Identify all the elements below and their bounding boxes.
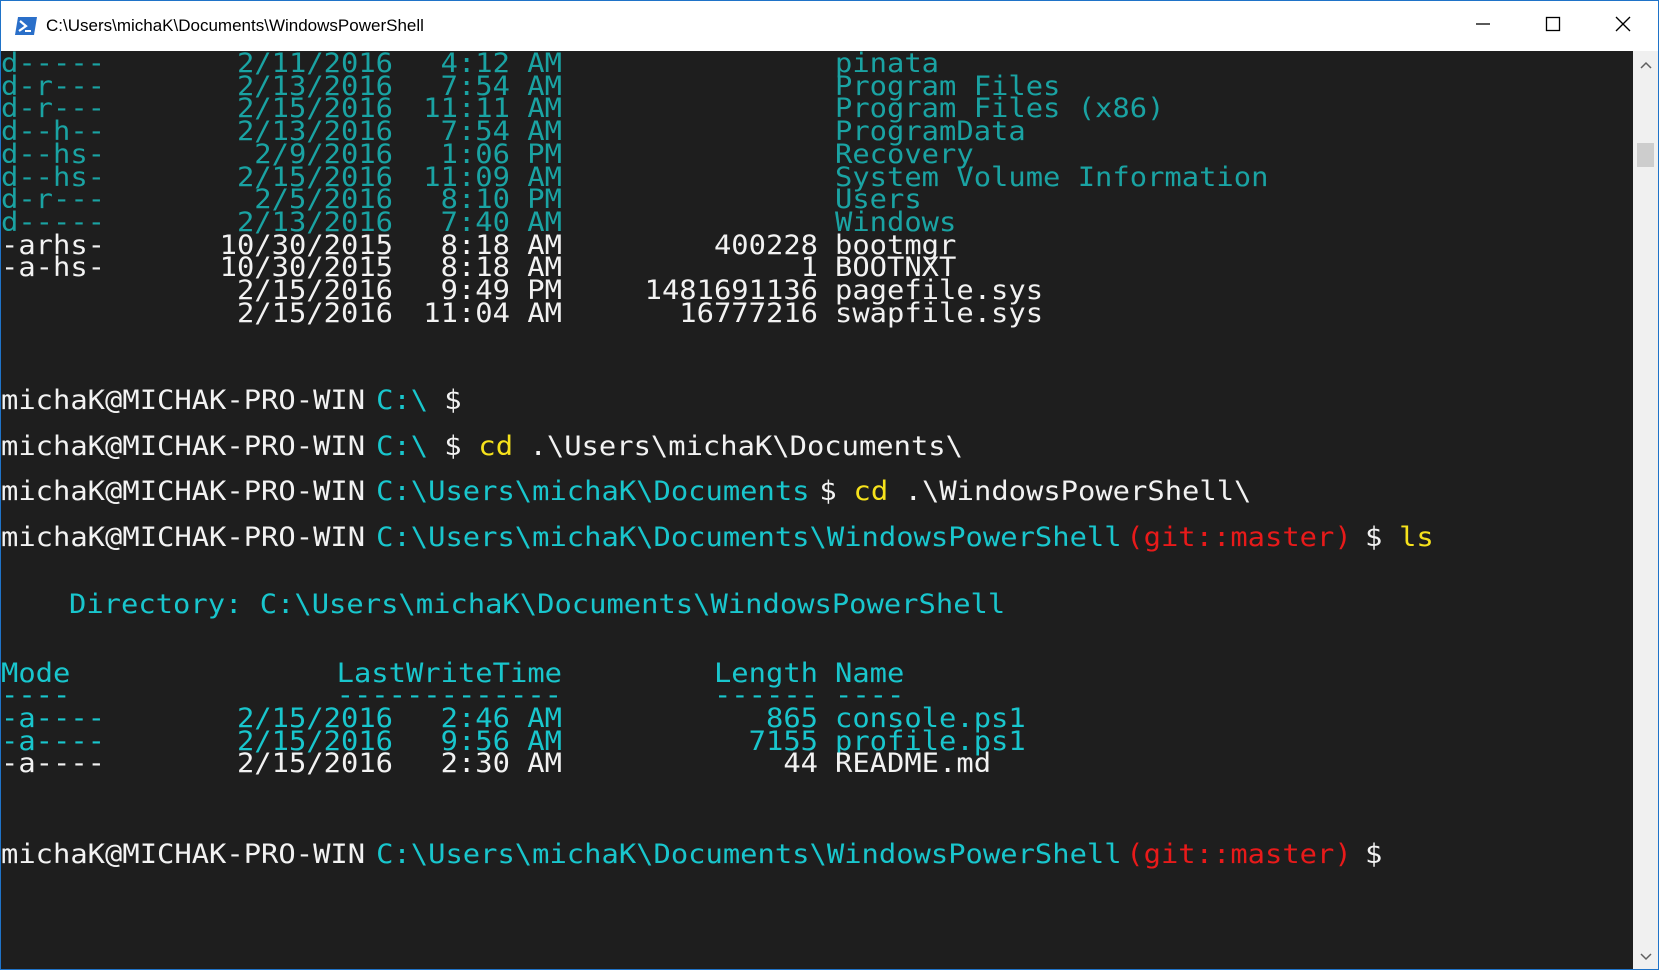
listing-date: 2/15/2016 xyxy=(236,297,393,329)
scroll-thumb[interactable] xyxy=(1637,143,1654,167)
listing-row: 2/15/2016 11:04 AM 16777216 swapfile.sys xyxy=(1,297,1633,329)
prompt-user: michaK@MICHAK-PRO-WIN xyxy=(1,521,366,553)
prompt-user: michaK@MICHAK-PRO-WIN xyxy=(1,430,366,462)
prompt-symbol: $ xyxy=(444,430,462,462)
listing-length: 44 xyxy=(783,747,818,780)
prompt-git-branch: (git::master) xyxy=(1126,521,1352,553)
scroll-up-arrow-icon[interactable] xyxy=(1633,51,1658,79)
minimize-icon xyxy=(1475,16,1491,37)
prompt-line: michaK@MICHAK-PRO-WIN C:\Users\michaK\Doc… xyxy=(1,838,1633,870)
prompt-path: C:\ xyxy=(376,384,429,416)
prompt-line: michaK@MICHAK-PRO-WIN C:\Users\michaK\Doc… xyxy=(1,521,1633,553)
prompt-path: C:\ xyxy=(376,430,429,462)
prompt-symbol: $ xyxy=(1365,521,1383,553)
listing-time: 2:30 AM xyxy=(440,747,562,780)
prompt-git-branch: (git::master) xyxy=(1126,838,1352,870)
listing-length: 16777216 xyxy=(679,297,818,329)
prompt-line: michaK@MICHAK-PRO-WIN C:\ $ xyxy=(1,384,1633,416)
maximize-button[interactable] xyxy=(1518,1,1588,51)
prompt-path: C:\Users\michaK\Documents\WindowsPowerSh… xyxy=(376,521,1122,553)
close-button[interactable] xyxy=(1588,1,1658,51)
minimize-button[interactable] xyxy=(1448,1,1518,51)
prompt-path: C:\Users\michaK\Documents\WindowsPowerSh… xyxy=(376,838,1122,870)
scroll-down-arrow-icon[interactable] xyxy=(1633,943,1658,969)
directory-header: Directory: C:\Users\michaK\Documents\Win… xyxy=(1,588,1633,620)
powershell-window: C:\Users\michaK\Documents\WindowsPowerSh… xyxy=(0,0,1659,970)
prompt-line: michaK@MICHAK-PRO-WIN C:\ $ cd .\Users\micha… xyxy=(1,430,1633,462)
prompt-path: C:\Users\michaK\Documents xyxy=(376,475,810,507)
window-title: C:\Users\michaK\Documents\WindowsPowerSh… xyxy=(46,16,424,35)
maximize-icon xyxy=(1545,16,1561,37)
prompt-command: cd xyxy=(853,475,889,507)
listing-mode: -a-hs- xyxy=(1,251,106,283)
vertical-scrollbar[interactable] xyxy=(1633,51,1658,969)
close-icon xyxy=(1615,16,1631,37)
console-output[interactable]: d----- 2/11/2016 4:12 AM pinata d-r--- 2/13/2… xyxy=(1,51,1633,969)
prompt-user: michaK@MICHAK-PRO-WIN xyxy=(1,475,366,507)
prompt-args: .\Users\michaK\Documents\ xyxy=(529,430,963,462)
listing-date: 2/15/2016 xyxy=(236,747,393,780)
directory-path: Directory: C:\Users\michaK\Documents\Win… xyxy=(69,588,1006,620)
prompt-symbol: $ xyxy=(444,384,462,416)
listing-row: d--h-- 2/13/2016 7:54 AM ProgramData xyxy=(1,118,1633,144)
listing-mode: -a---- xyxy=(1,747,106,780)
title-bar[interactable]: C:\Users\michaK\Documents\WindowsPowerSh… xyxy=(1,1,1658,51)
listing-name: README.md xyxy=(835,747,992,780)
listing-row: -a---- 2/15/2016 2:30 AM 44 README.md xyxy=(1,747,1633,780)
prompt-command: cd xyxy=(478,430,514,462)
listing-row: d--hs- 2/15/2016 11:09 AM System Volume Inf… xyxy=(1,163,1633,189)
prompt-user: michaK@MICHAK-PRO-WIN xyxy=(1,838,366,870)
prompt-line: michaK@MICHAK-PRO-WIN C:\Users\michaK\Doc… xyxy=(1,475,1633,507)
prompt-args: .\WindowsPowerShell\ xyxy=(904,475,1252,507)
prompt-user: michaK@MICHAK-PRO-WIN xyxy=(1,384,366,416)
prompt-symbol: $ xyxy=(1365,838,1383,870)
listing-name: swapfile.sys xyxy=(835,297,1044,329)
listing-time: 11:04 AM xyxy=(423,297,562,329)
powershell-icon xyxy=(15,16,37,36)
prompt-symbol: $ xyxy=(819,475,837,507)
prompt-command: ls xyxy=(1399,521,1434,553)
